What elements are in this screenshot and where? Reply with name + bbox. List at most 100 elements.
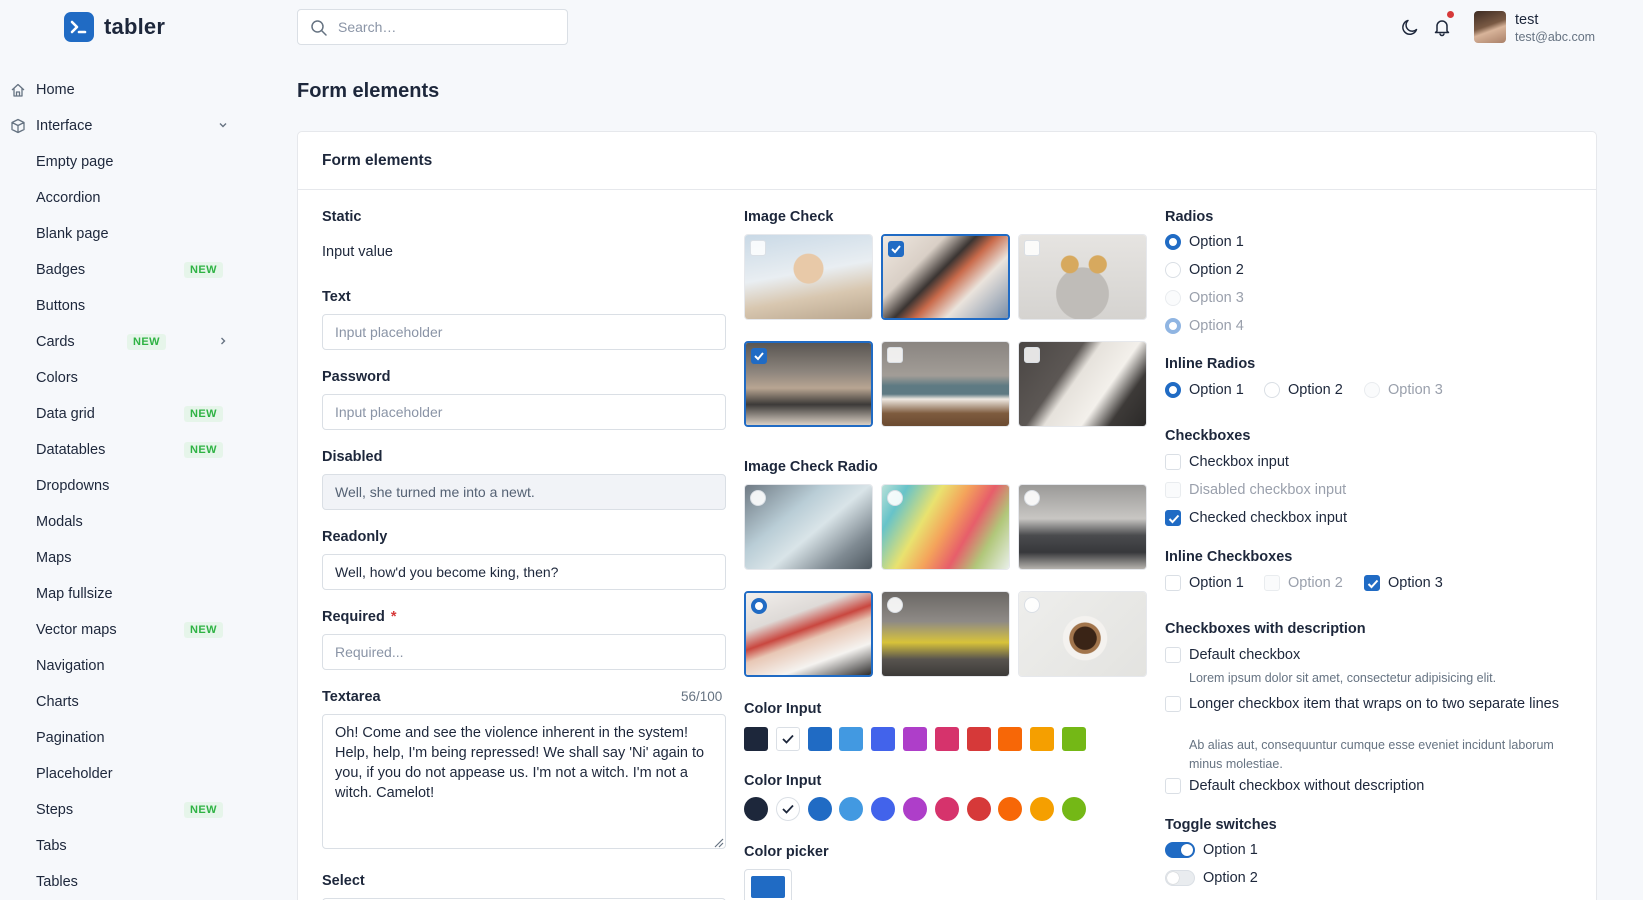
toggle-option-1[interactable]: Option 1	[1165, 842, 1258, 858]
desc-checkbox-1[interactable]: Default checkbox	[1165, 647, 1300, 663]
image-checkbox[interactable]	[750, 240, 766, 256]
checkbox[interactable]	[1165, 454, 1181, 470]
color-swatch[interactable]	[934, 797, 959, 821]
sidebar-item-blank-page[interactable]: Blank page	[0, 216, 240, 252]
readonly-input[interactable]	[322, 554, 726, 590]
color-swatch[interactable]	[839, 727, 864, 751]
image-radio-tile[interactable]	[1018, 591, 1147, 677]
color-swatch[interactable]	[807, 727, 832, 751]
color-swatch[interactable]	[966, 797, 991, 821]
image-check-tile[interactable]	[1018, 341, 1147, 427]
checkbox-option-1[interactable]: Checkbox input	[1165, 454, 1289, 470]
bell-icon[interactable]	[1432, 17, 1452, 37]
image-check-tile[interactable]	[744, 234, 873, 320]
sidebar-item-colors[interactable]: Colors	[0, 360, 240, 396]
color-swatch[interactable]	[1030, 727, 1055, 751]
image-checkbox[interactable]	[888, 241, 904, 257]
sidebar-item-modals[interactable]: Modals	[0, 504, 240, 540]
inline-radio-option-1[interactable]: Option 1	[1165, 382, 1244, 398]
image-radio-tile[interactable]	[881, 484, 1010, 570]
radio-button[interactable]	[1165, 262, 1181, 278]
color-swatch[interactable]	[903, 727, 927, 751]
radio-option-1[interactable]: Option 1	[1165, 234, 1244, 250]
image-radio[interactable]	[750, 490, 766, 506]
image-radio[interactable]	[1024, 490, 1040, 506]
image-radio-tile[interactable]	[744, 591, 873, 677]
desc-checkbox-3[interactable]: Default checkbox without description	[1165, 778, 1424, 794]
avatar[interactable]	[1474, 11, 1506, 43]
search-box[interactable]	[297, 9, 568, 45]
checkbox[interactable]	[1165, 647, 1181, 663]
toggle-option-2[interactable]: Option 2	[1165, 870, 1258, 886]
image-checkbox[interactable]	[751, 348, 767, 364]
image-checkbox[interactable]	[887, 347, 903, 363]
sidebar-item-buttons[interactable]: Buttons	[0, 288, 240, 324]
color-swatch[interactable]	[966, 727, 991, 751]
color-swatch[interactable]	[775, 797, 800, 821]
search-input[interactable]	[338, 19, 538, 35]
color-swatch[interactable]	[1062, 797, 1086, 821]
sidebar-item-tabs[interactable]: Tabs	[0, 828, 240, 864]
sidebar-item-steps[interactable]: Steps NEW	[0, 792, 240, 828]
sidebar-item-vector-maps[interactable]: Vector maps NEW	[0, 612, 240, 648]
color-swatch[interactable]	[744, 727, 768, 751]
image-checkbox[interactable]	[1024, 240, 1040, 256]
image-radio[interactable]	[887, 597, 903, 613]
sidebar-item-home[interactable]: Home	[0, 72, 240, 108]
color-swatch[interactable]	[998, 727, 1023, 751]
image-radio-tile[interactable]	[1018, 484, 1147, 570]
textarea-input[interactable]: Oh! Come and see the violence inherent i…	[322, 714, 726, 849]
color-swatch[interactable]	[871, 727, 896, 751]
color-swatch[interactable]	[903, 797, 927, 821]
color-swatch[interactable]	[744, 797, 768, 821]
radio-button[interactable]	[1165, 234, 1181, 250]
inline-radio-option-2[interactable]: Option 2	[1264, 382, 1343, 398]
sidebar-item-data-grid[interactable]: Data grid NEW	[0, 396, 240, 432]
inline-checkbox-option-3[interactable]: Option 3	[1364, 575, 1443, 591]
color-swatch[interactable]	[934, 727, 959, 751]
image-check-tile[interactable]	[744, 341, 873, 427]
checkbox[interactable]	[1165, 696, 1181, 712]
sidebar-item-navigation[interactable]: Navigation	[0, 648, 240, 684]
image-check-tile[interactable]	[881, 234, 1010, 320]
resize-handle-icon[interactable]	[712, 836, 724, 848]
sidebar-item-map-fullsize[interactable]: Map fullsize	[0, 576, 240, 612]
sidebar-item-empty-page[interactable]: Empty page	[0, 144, 240, 180]
radio-button[interactable]	[1264, 382, 1280, 398]
image-radio[interactable]	[751, 598, 767, 614]
checkbox[interactable]	[1165, 575, 1181, 591]
sidebar-item-datatables[interactable]: Datatables NEW	[0, 432, 240, 468]
password-input[interactable]	[322, 394, 726, 430]
sidebar-item-charts[interactable]: Charts	[0, 684, 240, 720]
image-check-tile[interactable]	[881, 341, 1010, 427]
required-input[interactable]	[322, 634, 726, 670]
color-swatch[interactable]	[807, 797, 832, 821]
checkbox[interactable]	[1364, 575, 1380, 591]
radio-option-2[interactable]: Option 2	[1165, 262, 1244, 278]
sidebar-item-interface[interactable]: Interface	[0, 108, 240, 144]
sidebar-item-placeholder[interactable]: Placeholder	[0, 756, 240, 792]
sidebar-item-badges[interactable]: Badges NEW	[0, 252, 240, 288]
moon-icon[interactable]	[1400, 17, 1420, 37]
image-radio[interactable]	[887, 490, 903, 506]
image-radio-tile[interactable]	[881, 591, 1010, 677]
checkbox[interactable]	[1165, 778, 1181, 794]
sidebar-item-tables[interactable]: Tables	[0, 864, 240, 900]
color-swatch[interactable]	[1030, 797, 1055, 821]
color-picker[interactable]	[744, 869, 792, 900]
desc-checkbox-2[interactable]: Longer checkbox item that wraps on to tw…	[1165, 694, 1565, 714]
image-radio-tile[interactable]	[744, 484, 873, 570]
color-swatch[interactable]	[839, 797, 864, 821]
toggle-switch[interactable]	[1165, 842, 1195, 858]
image-checkbox[interactable]	[1024, 347, 1040, 363]
checkbox[interactable]	[1165, 510, 1181, 526]
sidebar-item-dropdowns[interactable]: Dropdowns	[0, 468, 240, 504]
image-radio[interactable]	[1024, 597, 1040, 613]
color-swatch[interactable]	[871, 797, 896, 821]
toggle-switch[interactable]	[1165, 870, 1195, 886]
inline-checkbox-option-1[interactable]: Option 1	[1165, 575, 1244, 591]
color-swatch[interactable]	[775, 727, 800, 751]
sidebar-item-maps[interactable]: Maps	[0, 540, 240, 576]
sidebar-item-pagination[interactable]: Pagination	[0, 720, 240, 756]
text-input[interactable]	[322, 314, 726, 350]
